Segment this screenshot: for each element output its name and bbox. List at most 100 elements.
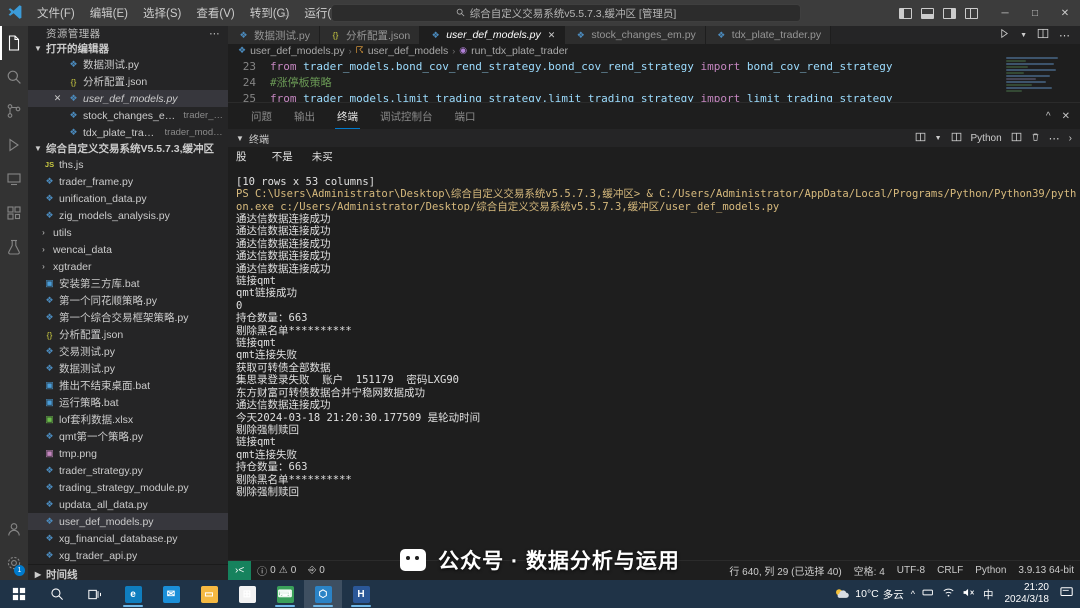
command-center-search[interactable]: 综合自定义交易系统v5.5.7.3,缓冲区 [管理员] [331,4,801,22]
open-editor-item[interactable]: tdx_plate_trader.py trader_models\... [28,124,228,141]
activity-source-control[interactable] [0,94,28,128]
breadcrumb-item-namespace[interactable]: user_def_models [368,45,449,57]
run-play-icon[interactable] [999,26,1010,44]
chevron-up-icon[interactable]: ^ [1046,111,1051,122]
editor-tab[interactable]: 数据测试.py [228,26,321,44]
layout-terminal-icon[interactable] [1011,132,1022,145]
close-icon[interactable]: ✕ [548,30,556,41]
taskbar-app-file-explorer[interactable]: ▭ [190,580,228,608]
tree-file-item[interactable]: tmp.png [28,445,228,462]
activity-accounts[interactable] [0,512,28,546]
tree-folder-item[interactable]: utils [28,224,228,241]
status-problems[interactable]: ⓘ 0 ⚠ 0 [251,561,302,581]
status-item[interactable]: CRLF [931,561,969,581]
status-ports[interactable]: ⎆ 0 [302,561,331,581]
open-editor-item[interactable]: 数据测试.py [28,56,228,73]
layout-sidebar-right-icon[interactable] [943,7,956,19]
menu-file[interactable]: 文件(F) [30,2,82,24]
breadcrumb-item-file[interactable]: user_def_models.py [250,45,345,57]
split-terminal-icon[interactable] [915,132,926,145]
tab-debug-console[interactable]: 调试控制台 [369,103,444,129]
status-item[interactable]: Python [969,561,1012,581]
editor-tab[interactable]: stock_changes_em.py [565,26,706,44]
code-editor[interactable]: 23 from trader_models.bond_cov_rend_strat… [228,57,1080,102]
close-icon[interactable]: ✕ [1062,111,1070,122]
chevron-down-icon[interactable]: ▼ [935,135,942,142]
menu-view[interactable]: 查看(V) [189,2,241,24]
taskbar-app-vscode[interactable]: ⬡ [304,580,342,608]
ime-indicator[interactable]: 中 [983,587,994,602]
activity-settings[interactable]: 1 [0,546,28,580]
task-view-icon[interactable] [76,580,114,608]
tree-file-item[interactable]: qmt第一个策略.py [28,428,228,445]
tree-file-item[interactable]: 分析配置.json [28,326,228,343]
activity-extensions[interactable] [0,196,28,230]
taskbar-app-edge[interactable]: e [114,580,152,608]
ellipsis-icon[interactable]: ⋯ [209,28,220,40]
network-icon[interactable] [922,587,935,601]
open-editor-item[interactable]: 分析配置.json [28,73,228,90]
chevron-down-icon[interactable]: ▼ [234,134,246,143]
maximize-button[interactable]: □ [1020,0,1050,26]
layout-grid-icon[interactable] [965,7,978,19]
status-item[interactable]: 空格: 4 [848,561,891,581]
chevron-right-icon[interactable]: › [1069,133,1072,144]
activity-run-debug[interactable] [0,128,28,162]
tree-file-item[interactable]: trader_strategy.py [28,462,228,479]
tab-output[interactable]: 输出 [283,103,326,129]
tab-problems[interactable]: 问题 [240,103,283,129]
editor-tab[interactable]: user_def_models.py ✕ [420,26,566,44]
status-item[interactable]: 行 640, 列 29 (已选择 40) [723,561,847,581]
taskbar-app-terminal-app[interactable]: ⌨ [266,580,304,608]
section-timeline[interactable]: ▶ 时间线 [28,565,228,581]
windows-start-icon[interactable] [0,580,38,608]
tree-file-item[interactable]: ths.js [28,156,228,173]
volume-mute-icon[interactable] [962,587,976,601]
editor-tab[interactable]: tdx_plate_trader.py [705,26,832,44]
tree-file-item[interactable]: 第一个同花顺策略.py [28,292,228,309]
breadcrumb-item-method[interactable]: run_tdx_plate_trader [471,45,568,57]
section-workspace[interactable]: ▼ 综合自定义交易系统V5.5.7.3,缓冲区 [28,141,228,156]
tab-ports[interactable]: 端口 [444,103,487,129]
new-terminal-icon[interactable] [951,132,962,145]
tree-file-item[interactable]: 推出不结束桌面.bat [28,377,228,394]
split-editor-icon[interactable] [1037,26,1049,44]
tree-file-item[interactable]: zig_models_analysis.py [28,207,228,224]
menu-selection[interactable]: 选择(S) [136,2,188,24]
taskbar-app-store[interactable]: ⊞ [228,580,266,608]
taskbar-app-word[interactable]: H [342,580,380,608]
tree-folder-item[interactable]: wencai_data [28,241,228,258]
ellipsis-icon[interactable]: ⋯ [1059,29,1070,42]
tree-file-item[interactable]: 数据测试.py [28,360,228,377]
clock[interactable]: 21:20 2024/3/18 [1001,582,1054,606]
activity-search[interactable] [0,60,28,94]
tree-folder-item[interactable]: xgtrader [28,258,228,275]
tree-file-item[interactable]: updata_all_data.py [28,496,228,513]
chevron-down-icon[interactable]: ▼ [1020,32,1027,39]
tab-terminal[interactable]: 终端 [326,103,369,129]
wifi-icon[interactable] [942,587,955,601]
notification-icon[interactable] [1060,586,1074,602]
taskbar-app-mail[interactable]: ✉ [152,580,190,608]
status-item[interactable]: 3.9.13 64-bit [1012,561,1080,581]
remote-indicator[interactable]: ›< [228,560,252,581]
weather-widget[interactable]: 10°C 多云 [834,587,904,602]
tree-file-item[interactable]: trader_frame.py [28,173,228,190]
layout-sidebar-left-icon[interactable] [899,7,912,19]
activity-testing[interactable] [0,230,28,264]
tree-file-item[interactable]: 交易测试.py [28,343,228,360]
trash-icon[interactable] [1031,132,1040,145]
search-icon[interactable] [38,580,76,608]
tree-file-item[interactable]: xg_financial_database.py [28,530,228,547]
arrow-left-icon[interactable]: ← [279,6,292,21]
tree-file-item[interactable]: unification_data.py [28,190,228,207]
activity-explorer[interactable] [0,26,28,60]
tree-file-item[interactable]: 运行策略.bat [28,394,228,411]
tree-file-item[interactable]: lof套利数据.xlsx [28,411,228,428]
tree-file-item[interactable]: 安装第三方库.bat [28,275,228,292]
terminal-output[interactable]: 股 不是 未买 [10 rows x 53 columns] PS C:\Users… [228,147,1080,560]
close-button[interactable]: ✕ [1050,0,1080,26]
open-editor-item-active[interactable]: user_def_models.py [28,90,228,107]
open-editor-item[interactable]: stock_changes_em.py trader_tool [28,107,228,124]
terminal-shell-label[interactable]: Python [971,133,1002,144]
